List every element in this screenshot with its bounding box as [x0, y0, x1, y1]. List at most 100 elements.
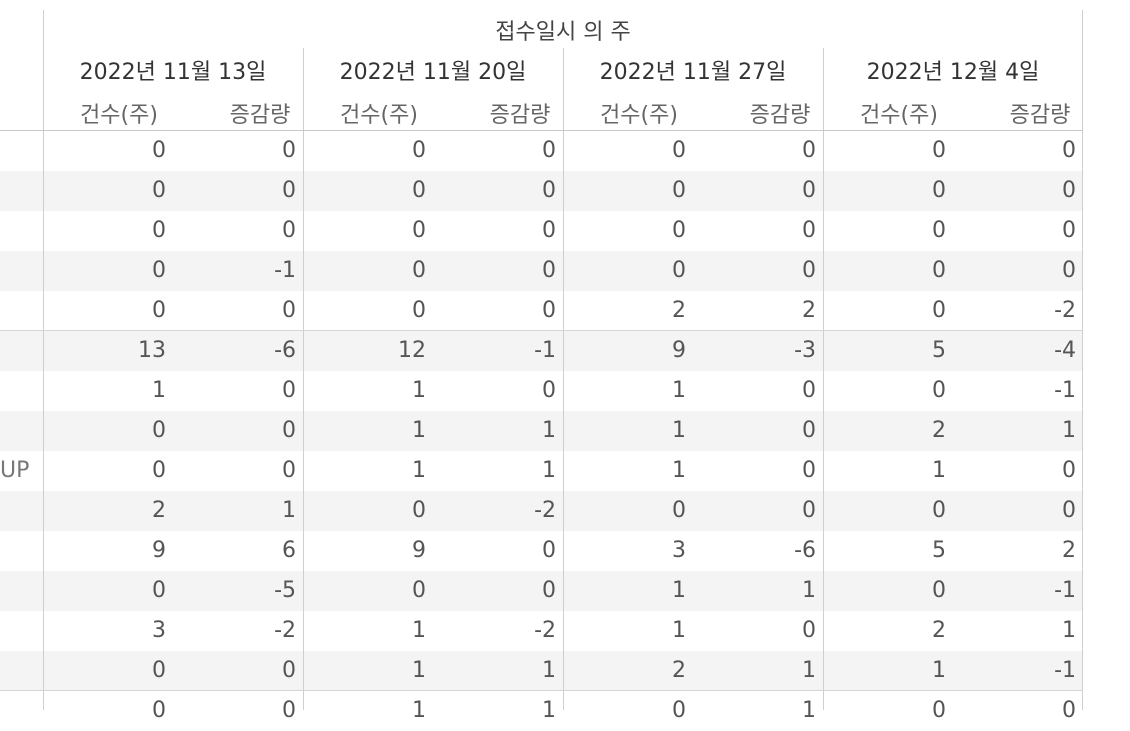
cell-change: 0: [542, 378, 556, 403]
cell-count: 1: [672, 618, 686, 643]
row-label: UP: [0, 458, 30, 483]
table-right-border: [1082, 10, 1083, 710]
cell-count: 0: [932, 298, 946, 323]
cell-change: 0: [282, 298, 296, 323]
cell-count: 0: [932, 578, 946, 603]
cell-change: 0: [1062, 138, 1076, 163]
table-row: 0 0 0 0 2 2 0 -2: [0, 291, 1082, 331]
subheader-count: 건수(주): [600, 103, 678, 128]
cell-count: 1: [672, 418, 686, 443]
cell-change: 0: [282, 218, 296, 243]
week-divider: [823, 48, 824, 710]
cell-change: 0: [802, 378, 816, 403]
table-row: 0 0 0 0 0 0 0 0: [0, 131, 1082, 171]
cell-change: -5: [274, 578, 296, 603]
cell-count: 0: [672, 178, 686, 203]
cell-change: 0: [1062, 458, 1076, 483]
cell-change: 0: [542, 298, 556, 323]
cell-count: 0: [932, 698, 946, 723]
table-row: 9 6 9 0 3 -6 5 2: [0, 531, 1082, 571]
cell-count: 0: [152, 178, 166, 203]
cell-change: -1: [1054, 578, 1076, 603]
cell-count: 0: [672, 138, 686, 163]
cell-change: -6: [794, 538, 816, 563]
cell-change: 0: [1062, 218, 1076, 243]
cell-count: 2: [672, 298, 686, 323]
cell-change: 1: [282, 498, 296, 523]
subheader-count: 건수(주): [80, 103, 158, 128]
cell-change: 0: [542, 258, 556, 283]
cell-count: 0: [672, 218, 686, 243]
cell-change: 0: [282, 458, 296, 483]
cell-count: 0: [672, 498, 686, 523]
cell-count: 1: [412, 658, 426, 683]
week-header-1: 2022년 11월 13일: [79, 60, 267, 85]
cell-change: 0: [1062, 498, 1076, 523]
cell-change: 1: [542, 658, 556, 683]
week-header-3: 2022년 11월 27일: [599, 60, 787, 85]
cell-count: 0: [412, 178, 426, 203]
subheader-count: 건수(주): [340, 103, 418, 128]
cell-change: 0: [802, 498, 816, 523]
cell-count: 1: [412, 458, 426, 483]
cell-count: 0: [412, 258, 426, 283]
cell-count: 3: [152, 618, 166, 643]
cell-count: 12: [398, 338, 426, 363]
cell-change: 0: [802, 258, 816, 283]
cell-change: -3: [794, 338, 816, 363]
cell-change: 2: [1062, 538, 1076, 563]
cell-change: 0: [282, 418, 296, 443]
cell-count: 0: [932, 138, 946, 163]
cell-change: -2: [534, 498, 556, 523]
cell-count: 13: [138, 338, 166, 363]
cell-count: 1: [412, 618, 426, 643]
cell-count: 0: [932, 258, 946, 283]
cell-change: -6: [274, 338, 296, 363]
cell-change: 1: [802, 698, 816, 723]
cell-count: 0: [152, 578, 166, 603]
cell-count: 0: [152, 298, 166, 323]
cell-change: 0: [282, 178, 296, 203]
table-row: 2 1 0 -2 0 0 0 0: [0, 491, 1082, 531]
cell-count: 2: [932, 618, 946, 643]
cell-change: 0: [802, 178, 816, 203]
subheader-count: 건수(주): [860, 103, 938, 128]
cell-change: 0: [282, 698, 296, 723]
cell-change: -2: [534, 618, 556, 643]
table-row: 1 0 1 0 1 0 0 -1: [0, 371, 1082, 411]
cell-change: -4: [1054, 338, 1076, 363]
cell-change: 0: [542, 218, 556, 243]
cell-count: 0: [152, 418, 166, 443]
cell-count: 9: [672, 338, 686, 363]
table-row: 0 -1 0 0 0 0 0 0: [0, 251, 1082, 291]
cell-change: 1: [542, 458, 556, 483]
table-row: 3 -2 1 -2 1 0 2 1: [0, 611, 1082, 651]
cell-change: -2: [274, 618, 296, 643]
cell-change: 1: [1062, 618, 1076, 643]
cell-count: 0: [412, 298, 426, 323]
cell-change: 0: [282, 138, 296, 163]
cell-count: 2: [152, 498, 166, 523]
cell-count: 5: [932, 538, 946, 563]
cell-change: 0: [802, 618, 816, 643]
cell-count: 1: [412, 698, 426, 723]
cell-count: 0: [672, 258, 686, 283]
column-header-title: 접수일시 의 주: [495, 20, 631, 45]
cell-count: 0: [152, 698, 166, 723]
subheader-change: 증감량: [489, 103, 551, 128]
cell-count: 0: [152, 138, 166, 163]
cell-count: 2: [932, 418, 946, 443]
subheader-change: 증감량: [229, 103, 291, 128]
cell-change: 1: [542, 418, 556, 443]
cell-count: 0: [412, 138, 426, 163]
table-row: 0 0 0 0 0 0 0 0: [0, 211, 1082, 251]
cell-count: 0: [152, 458, 166, 483]
cell-change: 1: [802, 578, 816, 603]
table-row: 13 -6 12 -1 9 -3 5 -4: [0, 331, 1082, 371]
table-row: 0 0 1 1 2 1 1 -1: [0, 651, 1082, 691]
cell-change: 0: [542, 178, 556, 203]
week-header-2: 2022년 11월 20일: [339, 60, 527, 85]
cell-count: 1: [932, 458, 946, 483]
cell-count: 0: [932, 218, 946, 243]
cell-change: 6: [282, 538, 296, 563]
